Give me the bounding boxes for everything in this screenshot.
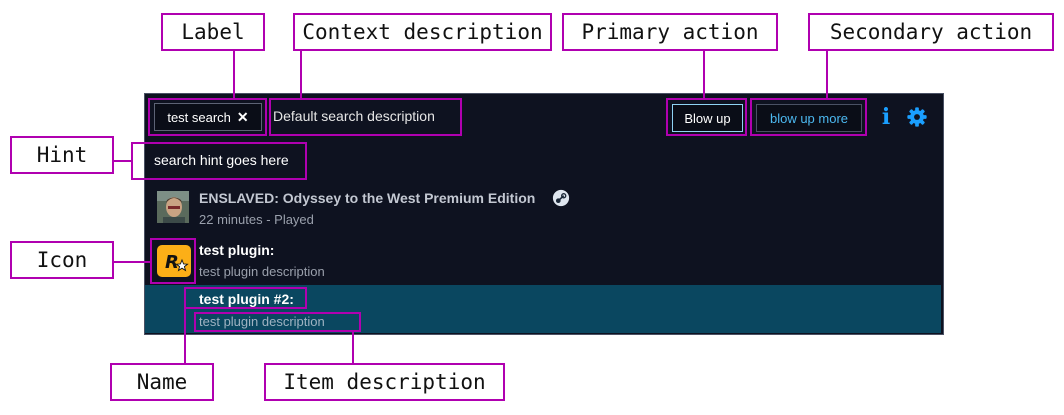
name-highlight	[184, 287, 307, 309]
callout-icon: Icon	[10, 241, 114, 279]
name-leader-line	[184, 309, 186, 363]
callout-name: Name	[110, 363, 214, 401]
callout-context-description: Context description	[293, 13, 552, 51]
gear-icon[interactable]	[906, 106, 928, 128]
info-icon[interactable]: i	[880, 104, 892, 130]
icon-highlight	[150, 238, 196, 284]
callout-primary-action: Primary action	[562, 13, 778, 51]
hint-leader-line	[113, 160, 131, 162]
primary-action-highlight	[666, 98, 747, 136]
result-title[interactable]: test plugin:	[199, 242, 274, 258]
result-subtitle: 22 minutes - Played	[199, 212, 314, 227]
callout-secondary-action: Secondary action	[808, 13, 1054, 51]
primary-action-leader-line	[703, 50, 705, 98]
callout-label: Label	[161, 13, 265, 51]
callout-item-description: Item description	[264, 363, 505, 401]
context-description-leader-line	[300, 50, 302, 98]
result-title[interactable]: ENSLAVED: Odyssey to the West Premium Ed…	[199, 190, 535, 206]
item-description-highlight	[194, 312, 361, 332]
label-leader-line	[233, 50, 235, 98]
icon-leader-line	[113, 261, 150, 263]
steam-icon	[552, 189, 570, 207]
context-description-highlight	[269, 98, 462, 136]
result-subtitle: test plugin description	[199, 264, 325, 279]
game-avatar-icon	[157, 191, 189, 223]
hint-highlight	[131, 142, 307, 180]
secondary-action-highlight	[750, 98, 867, 136]
secondary-action-leader-line	[826, 50, 828, 98]
callout-hint: Hint	[10, 136, 114, 174]
item-description-leader-line	[352, 332, 354, 363]
label-highlight	[148, 98, 267, 136]
